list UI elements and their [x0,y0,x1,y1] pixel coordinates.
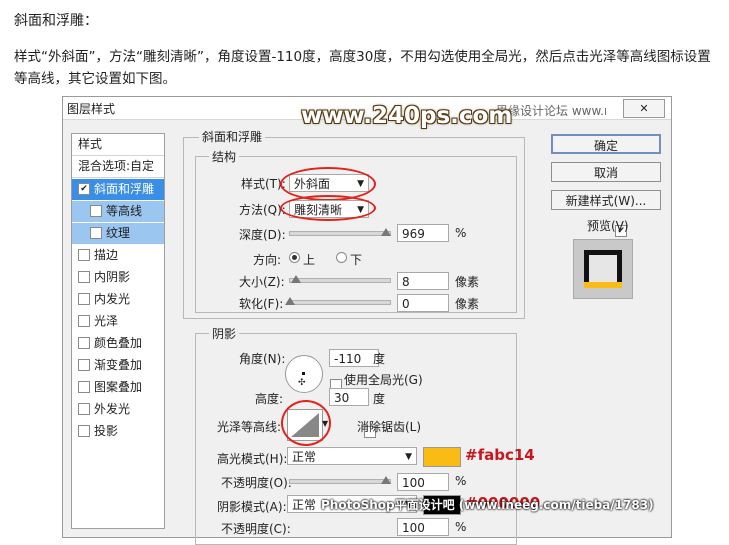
contour-highlight-circle [281,400,331,446]
altitude-unit: 度 [373,392,386,406]
direction-down-radio[interactable] [336,252,347,263]
angle-label: 角度(N): [239,352,286,366]
bevel-group-title: 斜面和浮雕 [199,128,266,145]
size-slider[interactable] [289,278,391,283]
style-item-drop-shadow[interactable]: 投影 [72,421,164,442]
direction-up-label: 上 [303,253,316,267]
contour-checkbox[interactable] [90,204,102,217]
style-item-stroke[interactable]: 描边 [72,245,164,266]
shadow-mode-label: 阴影模式(A): [217,500,287,514]
style-item-inner-glow[interactable]: 内发光 [72,289,164,310]
depth-unit: % [455,226,467,240]
soften-label: 软化(F): [239,297,284,311]
gloss-contour-label: 光泽等高线: [217,420,282,434]
article-paragraph: 样式“外斜面”，方法“雕刻清晰”，角度设置-110度，高度30度，不用勾选使用全… [14,49,711,87]
direction-down-label: 下 [350,253,363,267]
crosshair-icon: ✣ [298,378,306,388]
size-input[interactable]: 8 [397,272,449,290]
size-unit: 像素 [455,275,480,289]
depth-slider[interactable] [289,231,391,236]
style-item-texture[interactable]: 纹理 [72,223,164,244]
texture-checkbox[interactable] [90,226,102,239]
soften-input[interactable]: 0 [397,294,449,312]
style-item-color-overlay[interactable]: 颜色叠加 [72,333,164,354]
dialog-title: 图层样式 [67,102,116,116]
highlight-color-text: #fabc14 [465,446,535,464]
angle-dial-center [302,372,305,375]
angle-dial[interactable]: ✣ [285,355,323,393]
gradient-overlay-checkbox[interactable] [78,358,90,371]
style-item-inner-shadow[interactable]: 内阴影 [72,267,164,288]
soften-slider-thumb[interactable] [285,297,295,305]
style-item-contour[interactable]: 等高线 [72,201,164,222]
drop-shadow-checkbox[interactable] [78,424,90,437]
site-watermark-cn: 思缘设计论坛 www.missyuan.com [496,104,606,118]
direction-up-radio[interactable] [289,252,300,263]
soften-unit: 像素 [455,297,480,311]
style-item-gradient-overlay[interactable]: 渐变叠加 [72,355,164,376]
direction-label: 方向: [253,253,282,267]
opacity2-input[interactable]: 100 [397,518,449,536]
depth-input[interactable]: 969 [397,224,449,242]
technique-label: 方法(Q): [239,203,286,217]
inner-shadow-checkbox[interactable] [78,270,90,283]
pattern-overlay-checkbox[interactable] [78,380,90,393]
altitude-input[interactable]: 30 [329,388,369,406]
new-style-button[interactable]: 新建样式(W)... [551,190,661,210]
color-overlay-checkbox[interactable] [78,336,90,349]
depth-slider-thumb[interactable] [381,228,391,236]
opacity1-label: 不透明度(O): [221,476,292,490]
angle-input[interactable]: -110 [329,349,379,367]
opacity1-unit: % [455,474,467,488]
styles-header[interactable]: 样式 [72,134,164,156]
style-item-pattern-overlay[interactable]: 图案叠加 [72,377,164,398]
style-preview-thumbnail [573,239,633,299]
global-light-label: 使用全局光(G) [344,373,423,387]
depth-label: 深度(D): [239,228,286,242]
angle-unit: 度 [373,352,386,366]
stroke-checkbox[interactable] [78,248,90,261]
highlight-mode-select[interactable]: 正常 ▼ [287,447,417,465]
satin-checkbox[interactable] [78,314,90,327]
style-item-outer-glow[interactable]: 外发光 [72,399,164,420]
altitude-label: 高度: [255,392,284,406]
size-label: 大小(Z): [239,275,285,289]
technique-highlight-circle [280,195,376,221]
preview-label: 预览(V) [587,219,629,233]
highlight-color-swatch[interactable] [423,447,461,467]
ok-button[interactable]: 确定 [551,134,661,154]
style-item-satin[interactable]: 光泽 [72,311,164,332]
site-watermark: www.240ps.com [301,103,513,129]
layer-style-dialog: 图层样式 思缘设计论坛 www.missyuan.com ✕ www.240ps… [62,96,672,545]
article-heading: 斜面和浮雕： [14,13,98,29]
cancel-button[interactable]: 取消 [551,162,661,182]
inner-glow-checkbox[interactable] [78,292,90,305]
outer-glow-checkbox[interactable] [78,402,90,415]
antialias-label: 消除锯齿(L) [357,420,422,434]
opacity1-slider[interactable] [289,479,391,484]
opacity2-unit: % [455,520,467,534]
close-button[interactable]: ✕ [623,99,665,118]
highlight-mode-label: 高光模式(H): [217,452,288,466]
styles-list: 样式 混合选项:自定 ✔ 斜面和浮雕 等高线 纹理 描边 内阴影 内发光 光泽 颜… [71,133,165,529]
opacity2-label: 不透明度(C): [221,522,291,536]
structure-title: 结构 [209,148,240,165]
chevron-down-icon: ▼ [405,452,412,462]
opacity1-slider-thumb[interactable] [381,476,391,484]
soften-slider[interactable] [289,300,391,305]
size-slider-thumb[interactable] [291,275,301,283]
bevel-checkbox[interactable]: ✔ [78,182,90,195]
shading-title: 阴影 [209,325,240,342]
bottom-watermark: PhotoShop平面设计吧 (www.ineeg.com/tieba/1783… [321,498,654,512]
opacity1-input[interactable]: 100 [397,473,449,491]
blend-options-item[interactable]: 混合选项:自定 [72,156,164,178]
style-item-bevel[interactable]: ✔ 斜面和浮雕 [72,179,164,200]
